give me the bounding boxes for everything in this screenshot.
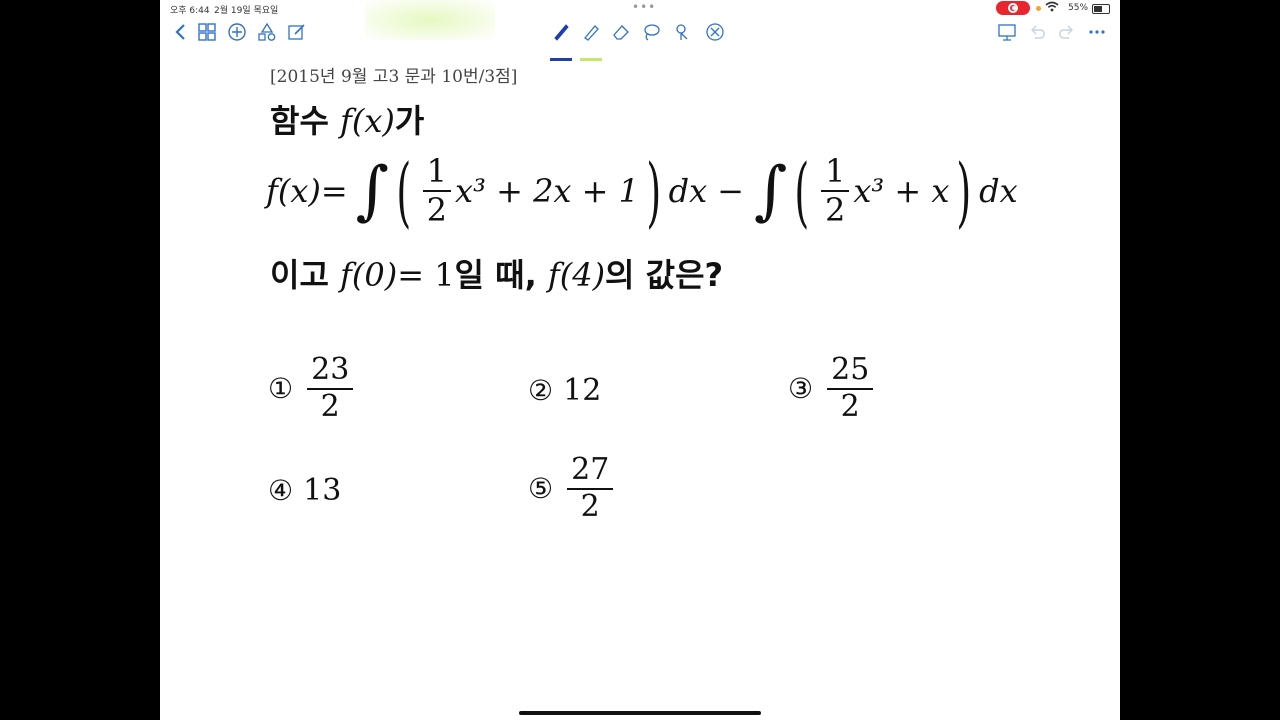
multitask-dots-icon[interactable]: •••	[632, 0, 656, 14]
pen-color-bar	[550, 58, 572, 61]
choice-1-den: 2	[320, 388, 340, 424]
choice-2: ② 12	[528, 373, 601, 408]
cond-eq: = 1	[397, 256, 455, 294]
chevron-left-icon[interactable]	[170, 20, 192, 44]
presentation-icon[interactable]	[996, 20, 1018, 44]
battery-fill	[1094, 6, 1102, 12]
paren-open-2: (	[794, 146, 810, 236]
choice-1-num: 23	[307, 352, 354, 390]
cond-f4: f(4)	[547, 256, 606, 294]
choice-3-den: 2	[840, 388, 860, 424]
eq-fx: f(x)	[266, 172, 321, 210]
choice-1: ① 23 2	[268, 352, 357, 424]
choice-5: ⑤ 27 2	[528, 452, 617, 524]
choice-3-fraction: 25 2	[827, 352, 874, 424]
cond-f0: f(0)	[340, 256, 398, 294]
paren-close-2: )	[956, 146, 972, 236]
integral-sign-2: ∫	[753, 154, 788, 228]
choice-1-mark: ①	[268, 372, 294, 405]
choice-5-mark: ⑤	[528, 472, 554, 505]
highlighter-color-bar	[580, 58, 602, 61]
mic-indicator-icon	[1036, 6, 1041, 11]
status-time: 오후 6:44	[170, 6, 210, 16]
edit-icon[interactable]	[286, 20, 308, 44]
intro-fx: f(x)	[340, 102, 395, 140]
cond-mid: 일 때,	[454, 256, 548, 294]
lasso-icon[interactable]	[640, 20, 662, 44]
grid-icon[interactable]	[196, 20, 218, 44]
battery-percent: 55%	[1068, 3, 1089, 13]
choice-3: ③ 25 2	[788, 352, 877, 424]
choice-2-value: 12	[563, 373, 602, 408]
term-1: x³ + 2x + 1	[455, 172, 639, 210]
eq-equals: =	[320, 172, 348, 210]
ipad-screen: 오후 6:44 2월 19일 목요일 ••• 55% [2015년 9월 고3 …	[160, 0, 1120, 720]
status-bar: 오후 6:44 2월 19일 목요일 ••• 55%	[160, 0, 1120, 18]
battery-icon	[1092, 4, 1110, 14]
wifi-icon	[1045, 1, 1059, 15]
eq-minus: −	[717, 172, 744, 210]
choice-5-num: 27	[567, 452, 614, 490]
shapes-icon[interactable]	[256, 20, 278, 44]
highlighter-icon[interactable]	[580, 20, 602, 44]
equation: f(x) = ∫ ( 12 x³ + 2x + 1 ) dx − ∫ ( 12 …	[266, 146, 1018, 236]
fraction-2: 12	[820, 153, 850, 229]
eraser-icon[interactable]	[610, 20, 632, 44]
dx-1: dx	[668, 172, 708, 210]
pointer-icon[interactable]	[672, 20, 694, 44]
term-2: x³ + x	[853, 172, 950, 210]
notes-toolbar	[160, 18, 1120, 61]
more-icon[interactable]	[1086, 20, 1108, 44]
problem-condition: 이고 f(0)= 1일 때, f(4)의 값은?	[270, 250, 723, 296]
choice-5-den: 2	[580, 488, 600, 524]
fraction-2-den: 2	[824, 191, 846, 229]
status-date: 2월 19일 목요일	[214, 6, 279, 16]
dx-2: dx	[979, 172, 1018, 210]
choice-2-mark: ②	[528, 374, 554, 407]
paren-open-1: (	[396, 146, 412, 236]
choice-4-mark: ④	[268, 474, 294, 507]
paren-close-1: )	[646, 146, 662, 236]
add-circle-icon[interactable]	[226, 20, 248, 44]
choice-4: ④ 13	[268, 473, 341, 508]
pen-icon[interactable]	[550, 20, 572, 44]
choice-3-mark: ③	[788, 372, 814, 405]
choice-4-value: 13	[303, 473, 342, 508]
fraction-1-num: 1	[422, 153, 452, 192]
fraction-2-num: 1	[820, 153, 850, 192]
fraction-1-den: 2	[426, 191, 448, 229]
screen-recording-icon[interactable]	[996, 1, 1030, 15]
problem-intro: 함수 f(x)가	[270, 96, 424, 142]
choice-5-fraction: 27 2	[567, 452, 614, 524]
integral-sign-1: ∫	[355, 154, 390, 228]
intro-prefix: 함수	[270, 102, 341, 140]
redo-icon[interactable]	[1056, 20, 1078, 44]
undo-icon[interactable]	[1026, 20, 1048, 44]
problem-source: [2015년 9월 고3 문과 10번/3점]	[270, 67, 518, 87]
fraction-1: 12	[422, 153, 452, 229]
cond-prefix: 이고	[270, 256, 341, 294]
choice-3-num: 25	[827, 352, 874, 390]
choice-1-fraction: 23 2	[307, 352, 354, 424]
close-circle-icon[interactable]	[704, 20, 726, 44]
home-indicator[interactable]	[519, 711, 761, 715]
cond-suffix: 의 값은?	[605, 256, 724, 294]
intro-suffix: 가	[394, 102, 425, 140]
